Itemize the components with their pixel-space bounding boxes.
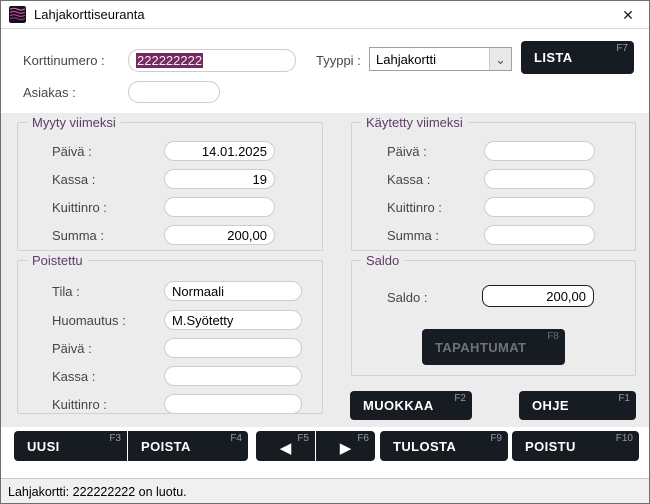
- tila-label: Tila :: [52, 284, 80, 299]
- kassa-label: Kassa :: [52, 172, 95, 187]
- group-myyty-viimeksi: Myyty viimeksi Päivä : 14.01.2025 Kassa …: [17, 122, 323, 251]
- tulosta-button-label: TULOSTA: [380, 439, 456, 454]
- ohje-button[interactable]: OHJE F1: [519, 391, 636, 420]
- poistettu-kassa-input[interactable]: [164, 366, 302, 386]
- saldo-label: Saldo :: [387, 290, 427, 305]
- ohje-fkey: F1: [618, 393, 630, 404]
- poista-fkey: F4: [230, 433, 242, 444]
- kuittinro-label: Kuittinro :: [387, 200, 442, 215]
- kaytetty-paiva-input[interactable]: [484, 141, 595, 161]
- myyty-kassa-input[interactable]: 19: [164, 169, 275, 189]
- group-saldo: Saldo Saldo : 200,00 TAPAHTUMAT F8: [351, 260, 636, 376]
- saldo-value: 200,00: [546, 289, 586, 304]
- kassa-label: Kassa :: [52, 369, 95, 384]
- myyty-kassa-value: 19: [253, 172, 267, 187]
- window-title: Lahjakorttiseuranta: [34, 7, 145, 22]
- paiva-label: Päivä :: [52, 341, 92, 356]
- app-window: Lahjakorttiseuranta ✕ Korttinumero : 222…: [0, 0, 650, 504]
- group-title: Myyty viimeksi: [27, 115, 121, 130]
- poistettu-tila-input[interactable]: Normaali: [164, 281, 302, 301]
- group-title: Saldo: [361, 253, 404, 268]
- paiva-label: Päivä :: [52, 144, 92, 159]
- uusi-button-label: UUSI: [14, 439, 60, 454]
- lista-fkey: F7: [616, 43, 628, 54]
- huomautus-label: Huomautus :: [52, 313, 126, 328]
- group-title: Käytetty viimeksi: [361, 115, 468, 130]
- poistu-button[interactable]: POISTU F10: [512, 431, 639, 461]
- saldo-input[interactable]: 200,00: [482, 285, 594, 307]
- poista-button-label: POISTA: [128, 439, 191, 454]
- poistettu-kuittinro-input[interactable]: [164, 394, 302, 414]
- tulosta-button[interactable]: TULOSTA F9: [380, 431, 508, 461]
- poistu-fkey: F10: [616, 433, 633, 444]
- myyty-kuittinro-input[interactable]: [164, 197, 275, 217]
- myyty-paiva-value: 14.01.2025: [202, 144, 267, 159]
- next-fkey: F6: [357, 433, 369, 444]
- chevron-down-icon[interactable]: ⌄: [489, 48, 511, 70]
- poista-button[interactable]: POISTA F4: [128, 431, 248, 461]
- kaytetty-summa-input[interactable]: [484, 225, 595, 245]
- lista-button-label: LISTA: [521, 50, 573, 65]
- myyty-paiva-input[interactable]: 14.01.2025: [164, 141, 275, 161]
- uusi-button[interactable]: UUSI F3: [14, 431, 127, 461]
- muokkaa-fkey: F2: [454, 393, 466, 404]
- group-kaytetty-viimeksi: Käytetty viimeksi Päivä : Kassa : Kuitti…: [351, 122, 636, 251]
- tapahtumat-button-label: TAPAHTUMAT: [422, 340, 526, 355]
- poistettu-paiva-input[interactable]: [164, 338, 302, 358]
- korttinumero-label: Korttinumero :: [23, 53, 105, 68]
- next-button[interactable]: ▶ F6: [316, 431, 375, 461]
- group-poistettu: Poistettu Tila : Normaali Huomautus : M.…: [17, 260, 323, 414]
- kaytetty-kuittinro-input[interactable]: [484, 197, 595, 217]
- myyty-summa-input[interactable]: 200,00: [164, 225, 275, 245]
- poistu-button-label: POISTU: [512, 439, 576, 454]
- summa-label: Summa :: [387, 228, 439, 243]
- muokkaa-button-label: MUOKKAA: [350, 398, 434, 413]
- poistettu-huomautus-value: M.Syötetty: [172, 313, 233, 328]
- kaytetty-kassa-input[interactable]: [484, 169, 595, 189]
- tyyppi-selected-value: Lahjakortti: [370, 48, 489, 70]
- korttinumero-value: 222222222: [136, 53, 203, 68]
- app-logo-icon: [9, 6, 26, 23]
- myyty-summa-value: 200,00: [227, 228, 267, 243]
- kassa-label: Kassa :: [387, 172, 430, 187]
- group-title: Poistettu: [27, 253, 88, 268]
- tulosta-fkey: F9: [490, 433, 502, 444]
- status-message: Lahjakortti: 222222222 on luotu.: [8, 485, 187, 499]
- korttinumero-input[interactable]: 222222222: [128, 49, 296, 72]
- tyyppi-select[interactable]: Lahjakortti ⌄: [369, 47, 512, 71]
- poistettu-tila-value: Normaali: [172, 284, 224, 299]
- kuittinro-label: Kuittinro :: [52, 200, 107, 215]
- uusi-fkey: F3: [109, 433, 121, 444]
- paiva-label: Päivä :: [387, 144, 427, 159]
- asiakas-label: Asiakas :: [23, 85, 76, 100]
- title-bar: Lahjakorttiseuranta ✕: [1, 1, 649, 29]
- tapahtumat-button[interactable]: TAPAHTUMAT F8: [422, 329, 565, 365]
- summa-label: Summa :: [52, 228, 104, 243]
- muokkaa-button[interactable]: MUOKKAA F2: [350, 391, 472, 420]
- lista-button[interactable]: LISTA F7: [521, 41, 634, 74]
- tapahtumat-fkey: F8: [547, 331, 559, 342]
- previous-fkey: F5: [297, 433, 309, 444]
- previous-button[interactable]: ◀ F5: [256, 431, 315, 461]
- poistettu-huomautus-input[interactable]: M.Syötetty: [164, 310, 302, 330]
- kuittinro-label: Kuittinro :: [52, 397, 107, 412]
- ohje-button-label: OHJE: [519, 398, 569, 413]
- asiakas-input[interactable]: [128, 81, 220, 103]
- close-icon[interactable]: ✕: [617, 4, 639, 26]
- status-bar: Lahjakortti: 222222222 on luotu.: [1, 478, 649, 504]
- tyyppi-label: Tyyppi :: [316, 53, 361, 68]
